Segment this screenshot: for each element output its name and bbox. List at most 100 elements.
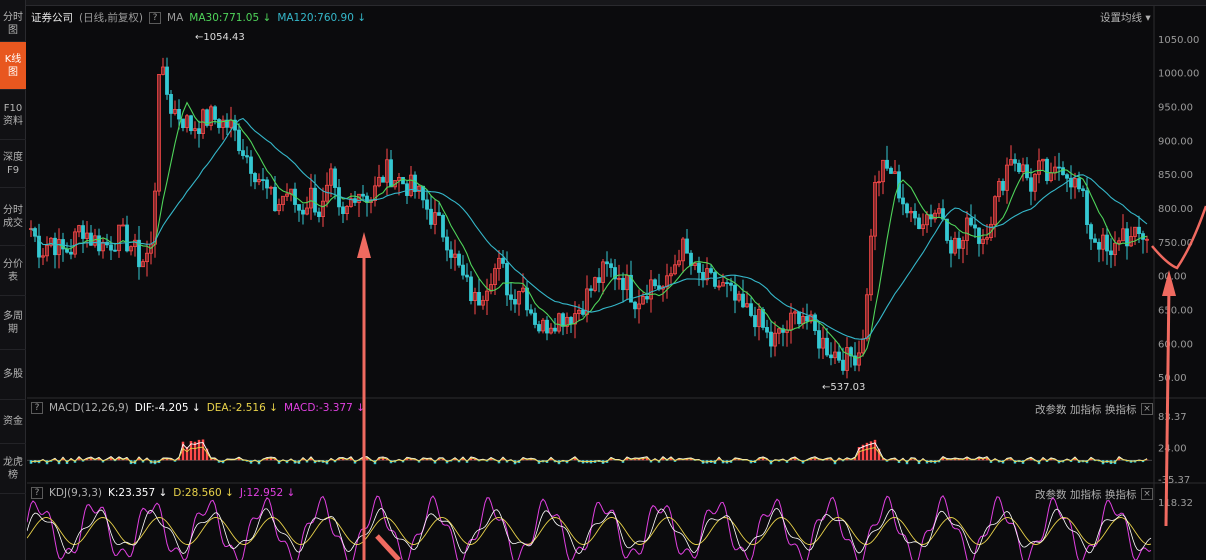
y-tick-label: 850.00: [1158, 170, 1193, 181]
kdj-name: KDJ(9,3,3): [49, 487, 102, 499]
macd-params-button[interactable]: 改参数: [1035, 402, 1067, 417]
sidebar-item-f10[interactable]: F10资料: [0, 90, 26, 140]
candle: [405, 183, 409, 196]
candle: [457, 253, 461, 266]
candle: [1077, 178, 1081, 190]
candle: [733, 284, 737, 301]
candle: [553, 327, 557, 332]
candle: [461, 264, 465, 276]
sidebar-item-timeshare[interactable]: 分时图: [0, 6, 26, 42]
sidebar-item-label: 分价表: [3, 258, 23, 283]
macd-y-tick: 83.37: [1158, 412, 1187, 423]
candle: [177, 108, 181, 120]
macd-chart: [27, 439, 1152, 465]
sidebar-item-label: 分时图: [3, 11, 23, 36]
kdj-switch-indicator-button[interactable]: 换指标: [1105, 487, 1137, 502]
k-value: K:23.357 ↓: [107, 487, 168, 499]
sidebar-item-label: 多周期: [3, 310, 23, 335]
chart-area: 1050.00 1000.00 950.00 900.00 850.00 800.00 75…: [27, 6, 1206, 560]
candle: [341, 206, 345, 214]
sidebar: 分时图 K线图 F10资料 深度F9 分时成交 分价表 多周期 多股 资金 龙虎…: [0, 0, 26, 560]
ma-settings-button[interactable]: 设置均线 ▾: [1100, 10, 1151, 25]
sidebar-item-label: F10资料: [3, 102, 23, 127]
sidebar-item-label: 资金: [3, 416, 23, 427]
candle: [469, 276, 473, 302]
sidebar-item-kline[interactable]: K线图: [0, 42, 26, 90]
candle: [265, 179, 269, 189]
sidebar-item-trades[interactable]: 分时成交: [0, 188, 26, 246]
macd-close-icon[interactable]: ×: [1141, 403, 1153, 415]
candle: [197, 128, 201, 134]
kdj-add-indicator-button[interactable]: 加指标: [1070, 487, 1102, 502]
macd-switch-indicator-button[interactable]: 换指标: [1105, 402, 1137, 417]
candle: [445, 236, 449, 251]
y-tick-label: 00.00: [1158, 272, 1187, 283]
candle: [81, 225, 85, 239]
candle: [913, 210, 917, 219]
candle: [837, 351, 841, 361]
candle: [749, 303, 753, 316]
candle: [429, 208, 433, 225]
help-icon[interactable]: ?: [31, 487, 43, 499]
kdj-close-icon[interactable]: ×: [1141, 488, 1153, 500]
ma120-value: MA120:760.90 ↓: [277, 11, 367, 24]
candle: [253, 173, 257, 183]
candle: [109, 244, 113, 251]
candle: [449, 249, 453, 258]
candle: [1001, 180, 1005, 191]
dea-value: DEA:-2.516 ↓: [206, 402, 278, 414]
candle: [301, 209, 305, 215]
y-tick-label: 800.00: [1158, 204, 1193, 215]
kdj-chart: [27, 495, 1152, 560]
arrow-shaft: [1164, 283, 1171, 527]
kdj-params-button[interactable]: 改参数: [1035, 487, 1067, 502]
candle: [817, 330, 821, 349]
kline-chart[interactable]: 1050.001000.00950.00900.00850.00800.0075…: [27, 6, 1206, 560]
candle: [621, 277, 625, 291]
y-tick-label: 600.00: [1158, 339, 1193, 350]
sidebar-item-depth-f9[interactable]: 深度F9: [0, 140, 26, 188]
y-tick-label: 950.00: [1158, 103, 1193, 114]
candle: [477, 291, 481, 306]
candle: [805, 316, 809, 322]
y-axis: 1050.001000.00950.00900.00850.00800.0075…: [1158, 35, 1199, 509]
j-value: J:12.952 ↓: [239, 487, 296, 499]
sidebar-item-label: 龙虎榜: [3, 456, 23, 481]
candle: [709, 268, 713, 273]
candle: [509, 294, 513, 300]
candle: [889, 167, 893, 174]
arrow-shaft: [375, 534, 401, 560]
candle: [245, 155, 249, 158]
candle: [545, 319, 549, 334]
candle: [501, 257, 505, 264]
sidebar-item-dragon-tiger[interactable]: 龙虎榜: [0, 444, 26, 494]
sidebar-item-price-table[interactable]: 分价表: [0, 246, 26, 296]
candle: [513, 299, 517, 305]
candle: [537, 324, 541, 332]
kdj-panel-header: ? KDJ(9,3,3) K:23.357 ↓ D:28.560 ↓ J:12.…: [31, 487, 295, 499]
help-icon[interactable]: ?: [31, 402, 43, 414]
candle: [237, 129, 241, 152]
arrow-head: [357, 232, 371, 258]
sidebar-item-funds[interactable]: 资金: [0, 400, 26, 444]
candle: [529, 309, 533, 314]
candle: [249, 156, 253, 174]
candle: [317, 211, 321, 218]
candle: [297, 204, 301, 211]
stock-title: 证券公司: [31, 12, 73, 24]
candle: [597, 277, 601, 283]
macd-add-indicator-button[interactable]: 加指标: [1070, 402, 1102, 417]
candle: [653, 279, 657, 287]
y-tick-label: 1000.00: [1158, 69, 1199, 80]
sidebar-item-multi-stock[interactable]: 多股: [0, 350, 26, 400]
sidebar-item-multi-period[interactable]: 多周期: [0, 296, 26, 350]
candle: [769, 331, 773, 347]
candle: [169, 94, 173, 114]
candle: [901, 197, 905, 205]
candle: [1109, 250, 1113, 256]
candle: [181, 118, 185, 129]
help-icon[interactable]: ?: [149, 11, 162, 24]
candle: [645, 296, 649, 300]
period-label: (日线,前复权): [79, 12, 144, 24]
candle: [969, 217, 973, 226]
